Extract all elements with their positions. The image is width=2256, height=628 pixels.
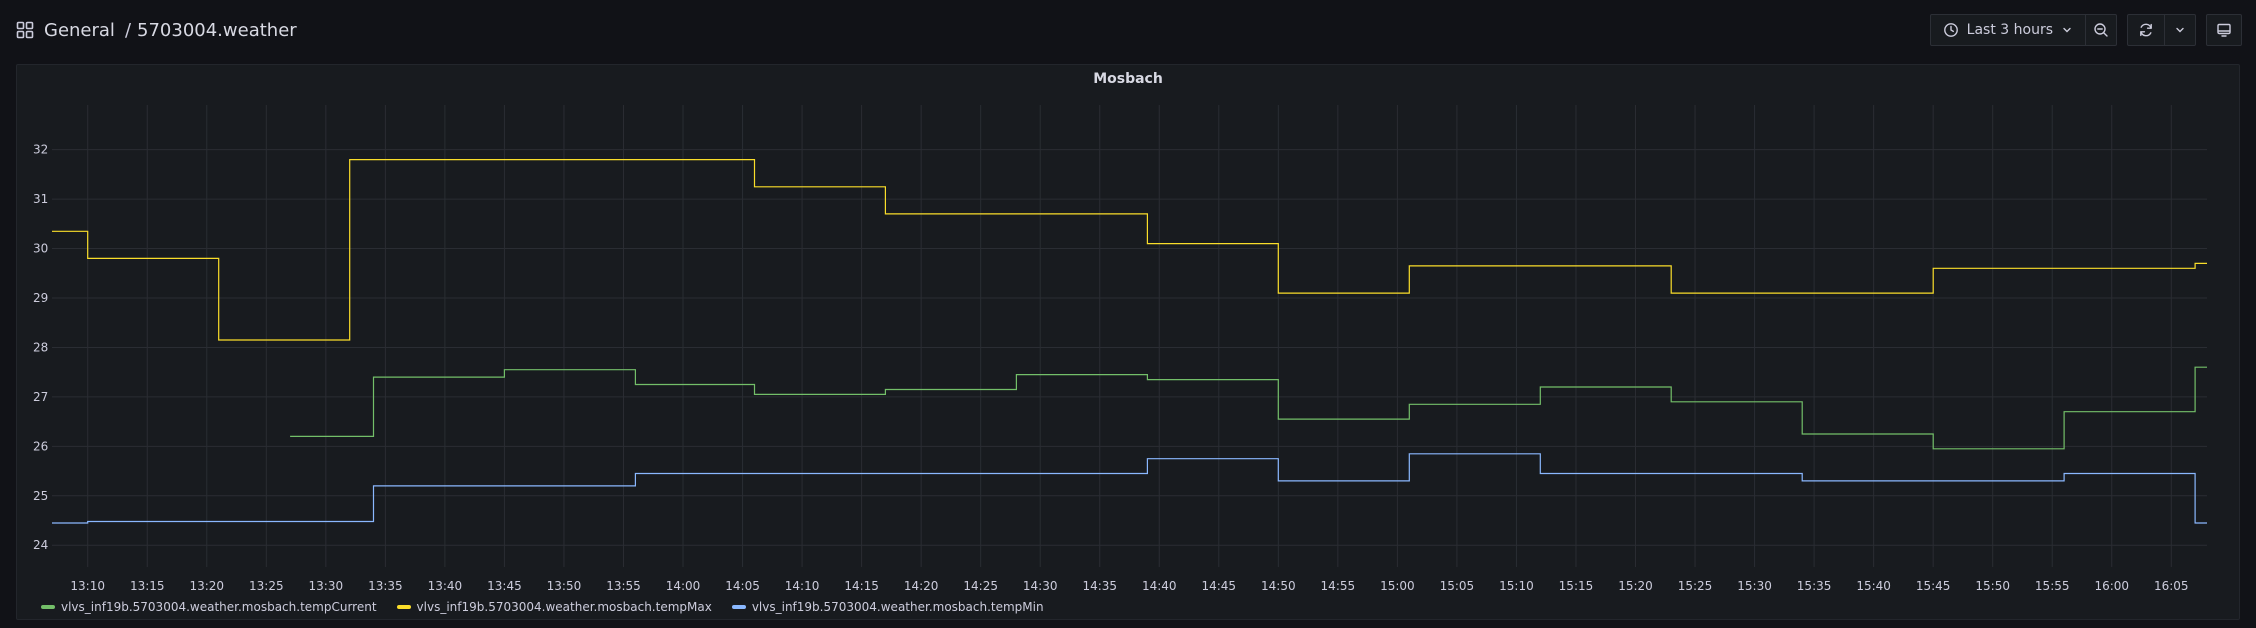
y-tick-label: 32 [33, 143, 48, 157]
chevron-down-icon [2176, 27, 2184, 33]
x-tick-label: 14:05 [725, 579, 760, 593]
series-line-tempMin [52, 453, 2207, 524]
x-tick-label: 15:30 [1737, 579, 1772, 593]
chart-legend: vlvs_inf19b.5703004.weather.mosbach.temp… [41, 600, 1044, 614]
breadcrumb: General / 5703004.weather [16, 20, 297, 41]
x-tick-label: 15:15 [1559, 579, 1594, 593]
zoom-out-button[interactable] [2085, 14, 2117, 46]
breadcrumb-folder[interactable]: General [44, 20, 115, 41]
x-tick-label: 14:15 [844, 579, 879, 593]
legend-item-tempMax[interactable]: vlvs_inf19b.5703004.weather.mosbach.temp… [396, 600, 712, 614]
legend-label: vlvs_inf19b.5703004.weather.mosbach.temp… [61, 600, 377, 614]
x-tick-label: 13:30 [309, 579, 344, 593]
x-tick-label: 15:25 [1678, 579, 1713, 593]
graph-panel: Mosbach 24 25 26 27 28 29 30 31 32 13:10 13:15 13:2… [16, 64, 2240, 620]
time-range-label: Last 3 hours [1966, 22, 2053, 38]
x-tick-label: 15:35 [1797, 579, 1832, 593]
y-tick-label: 24 [33, 538, 48, 552]
x-tick-label: 13:35 [368, 579, 403, 593]
y-tick-label: 28 [33, 340, 48, 354]
x-tick-label: 13:10 [70, 579, 105, 593]
legend-swatch [396, 605, 411, 609]
series-line-tempMax [52, 159, 2207, 341]
legend-item-tempCurrent[interactable]: vlvs_inf19b.5703004.weather.mosbach.temp… [41, 600, 377, 614]
refresh-interval-dropdown[interactable] [2164, 14, 2196, 46]
clock-icon [1943, 23, 1958, 37]
breadcrumb-separator: / [124, 19, 132, 41]
time-series-chart[interactable]: 24 25 26 27 28 29 30 31 32 13:10 13:15 13:20 13:25 13… [17, 65, 2239, 595]
x-tick-label: 15:00 [1380, 579, 1415, 593]
y-tick-label: 30 [33, 242, 48, 256]
legend-swatch [41, 605, 55, 609]
refresh-icon [2140, 23, 2152, 37]
x-tick-label: 14:40 [1142, 579, 1177, 593]
x-tick-label: 14:20 [904, 579, 939, 593]
legend-item-tempMin[interactable]: vlvs_inf19b.5703004.weather.mosbach.temp… [731, 600, 1044, 614]
tv-mode-button[interactable] [2206, 14, 2242, 46]
x-tick-label: 14:10 [785, 579, 820, 593]
y-tick-label: 27 [33, 390, 48, 404]
x-tick-label: 13:25 [249, 579, 284, 593]
zoom-out-icon [2094, 23, 2108, 37]
legend-swatch [731, 605, 746, 609]
top-bar: General / 5703004.weather Last 3 hours [0, 0, 2256, 60]
x-tick-label: 14:50 [1261, 579, 1296, 593]
x-tick-label: 14:00 [666, 579, 701, 593]
x-tick-label: 15:10 [1499, 579, 1534, 593]
x-tick-label: 14:55 [1321, 579, 1356, 593]
y-tick-label: 29 [33, 291, 48, 305]
x-tick-label: 15:55 [2035, 579, 2070, 593]
chevron-down-icon [2063, 27, 2071, 33]
x-tick-label: 14:30 [1023, 579, 1058, 593]
monitor-icon [2217, 23, 2231, 37]
legend-label: vlvs_inf19b.5703004.weather.mosbach.temp… [416, 600, 712, 614]
refresh-button[interactable] [2127, 14, 2165, 46]
x-tick-label: 13:45 [487, 579, 522, 593]
x-tick-label: 13:20 [189, 579, 224, 593]
series-line-tempCurrent [290, 366, 2207, 450]
x-tick-label: 15:40 [1856, 579, 1891, 593]
x-tick-label: 13:50 [547, 579, 582, 593]
y-tick-label: 25 [33, 489, 48, 503]
x-tick-label: 16:05 [2154, 579, 2189, 593]
x-tick-label: 13:40 [428, 579, 463, 593]
x-tick-label: 15:05 [1440, 579, 1475, 593]
time-range-picker[interactable]: Last 3 hours [1929, 14, 2086, 46]
x-tick-label: 14:35 [1082, 579, 1117, 593]
dashboards-grid-icon[interactable] [16, 21, 34, 39]
x-tick-label: 13:15 [130, 579, 165, 593]
dashboard-title[interactable]: 5703004.weather [137, 20, 297, 41]
x-tick-label: 14:45 [1201, 579, 1236, 593]
y-tick-label: 31 [33, 192, 48, 206]
x-tick-label: 13:55 [606, 579, 641, 593]
x-tick-label: 16:00 [2094, 579, 2129, 593]
x-tick-label: 14:25 [963, 579, 998, 593]
legend-label: vlvs_inf19b.5703004.weather.mosbach.temp… [751, 600, 1044, 614]
y-tick-label: 26 [33, 439, 48, 453]
dashboard-toolbar: Last 3 hours [1929, 14, 2242, 46]
x-tick-label: 15:20 [1618, 579, 1653, 593]
x-tick-label: 15:50 [1975, 579, 2010, 593]
x-tick-label: 15:45 [1916, 579, 1951, 593]
